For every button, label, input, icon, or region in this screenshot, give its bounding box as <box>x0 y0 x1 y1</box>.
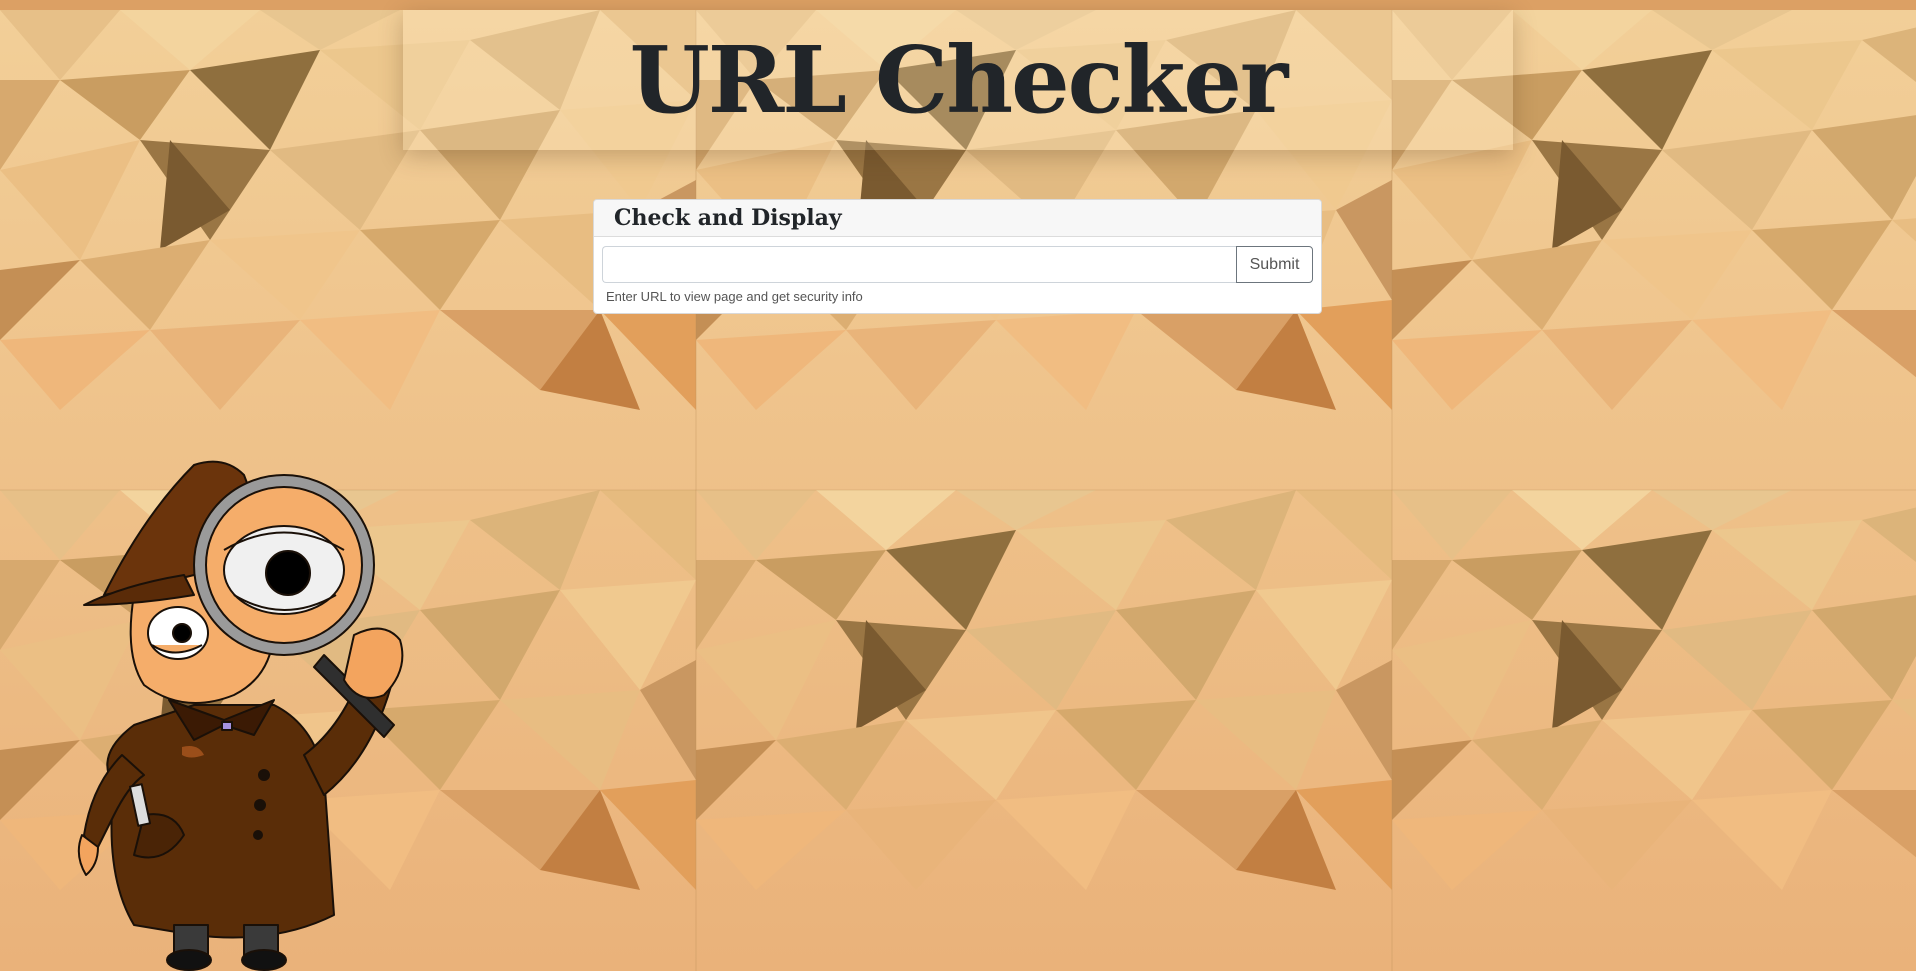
url-input[interactable] <box>602 246 1236 283</box>
top-strip <box>0 0 1916 10</box>
card-header: Check and Display <box>594 200 1321 237</box>
url-input-group: Submit <box>602 246 1313 283</box>
page-title: URL Checker <box>629 26 1289 134</box>
detective-with-magnifying-glass-icon <box>77 460 404 971</box>
check-and-display-card: Check and Display Submit Enter URL to vi… <box>593 199 1322 314</box>
url-help-text: Enter URL to view page and get security … <box>606 289 863 304</box>
submit-button[interactable]: Submit <box>1236 246 1313 283</box>
